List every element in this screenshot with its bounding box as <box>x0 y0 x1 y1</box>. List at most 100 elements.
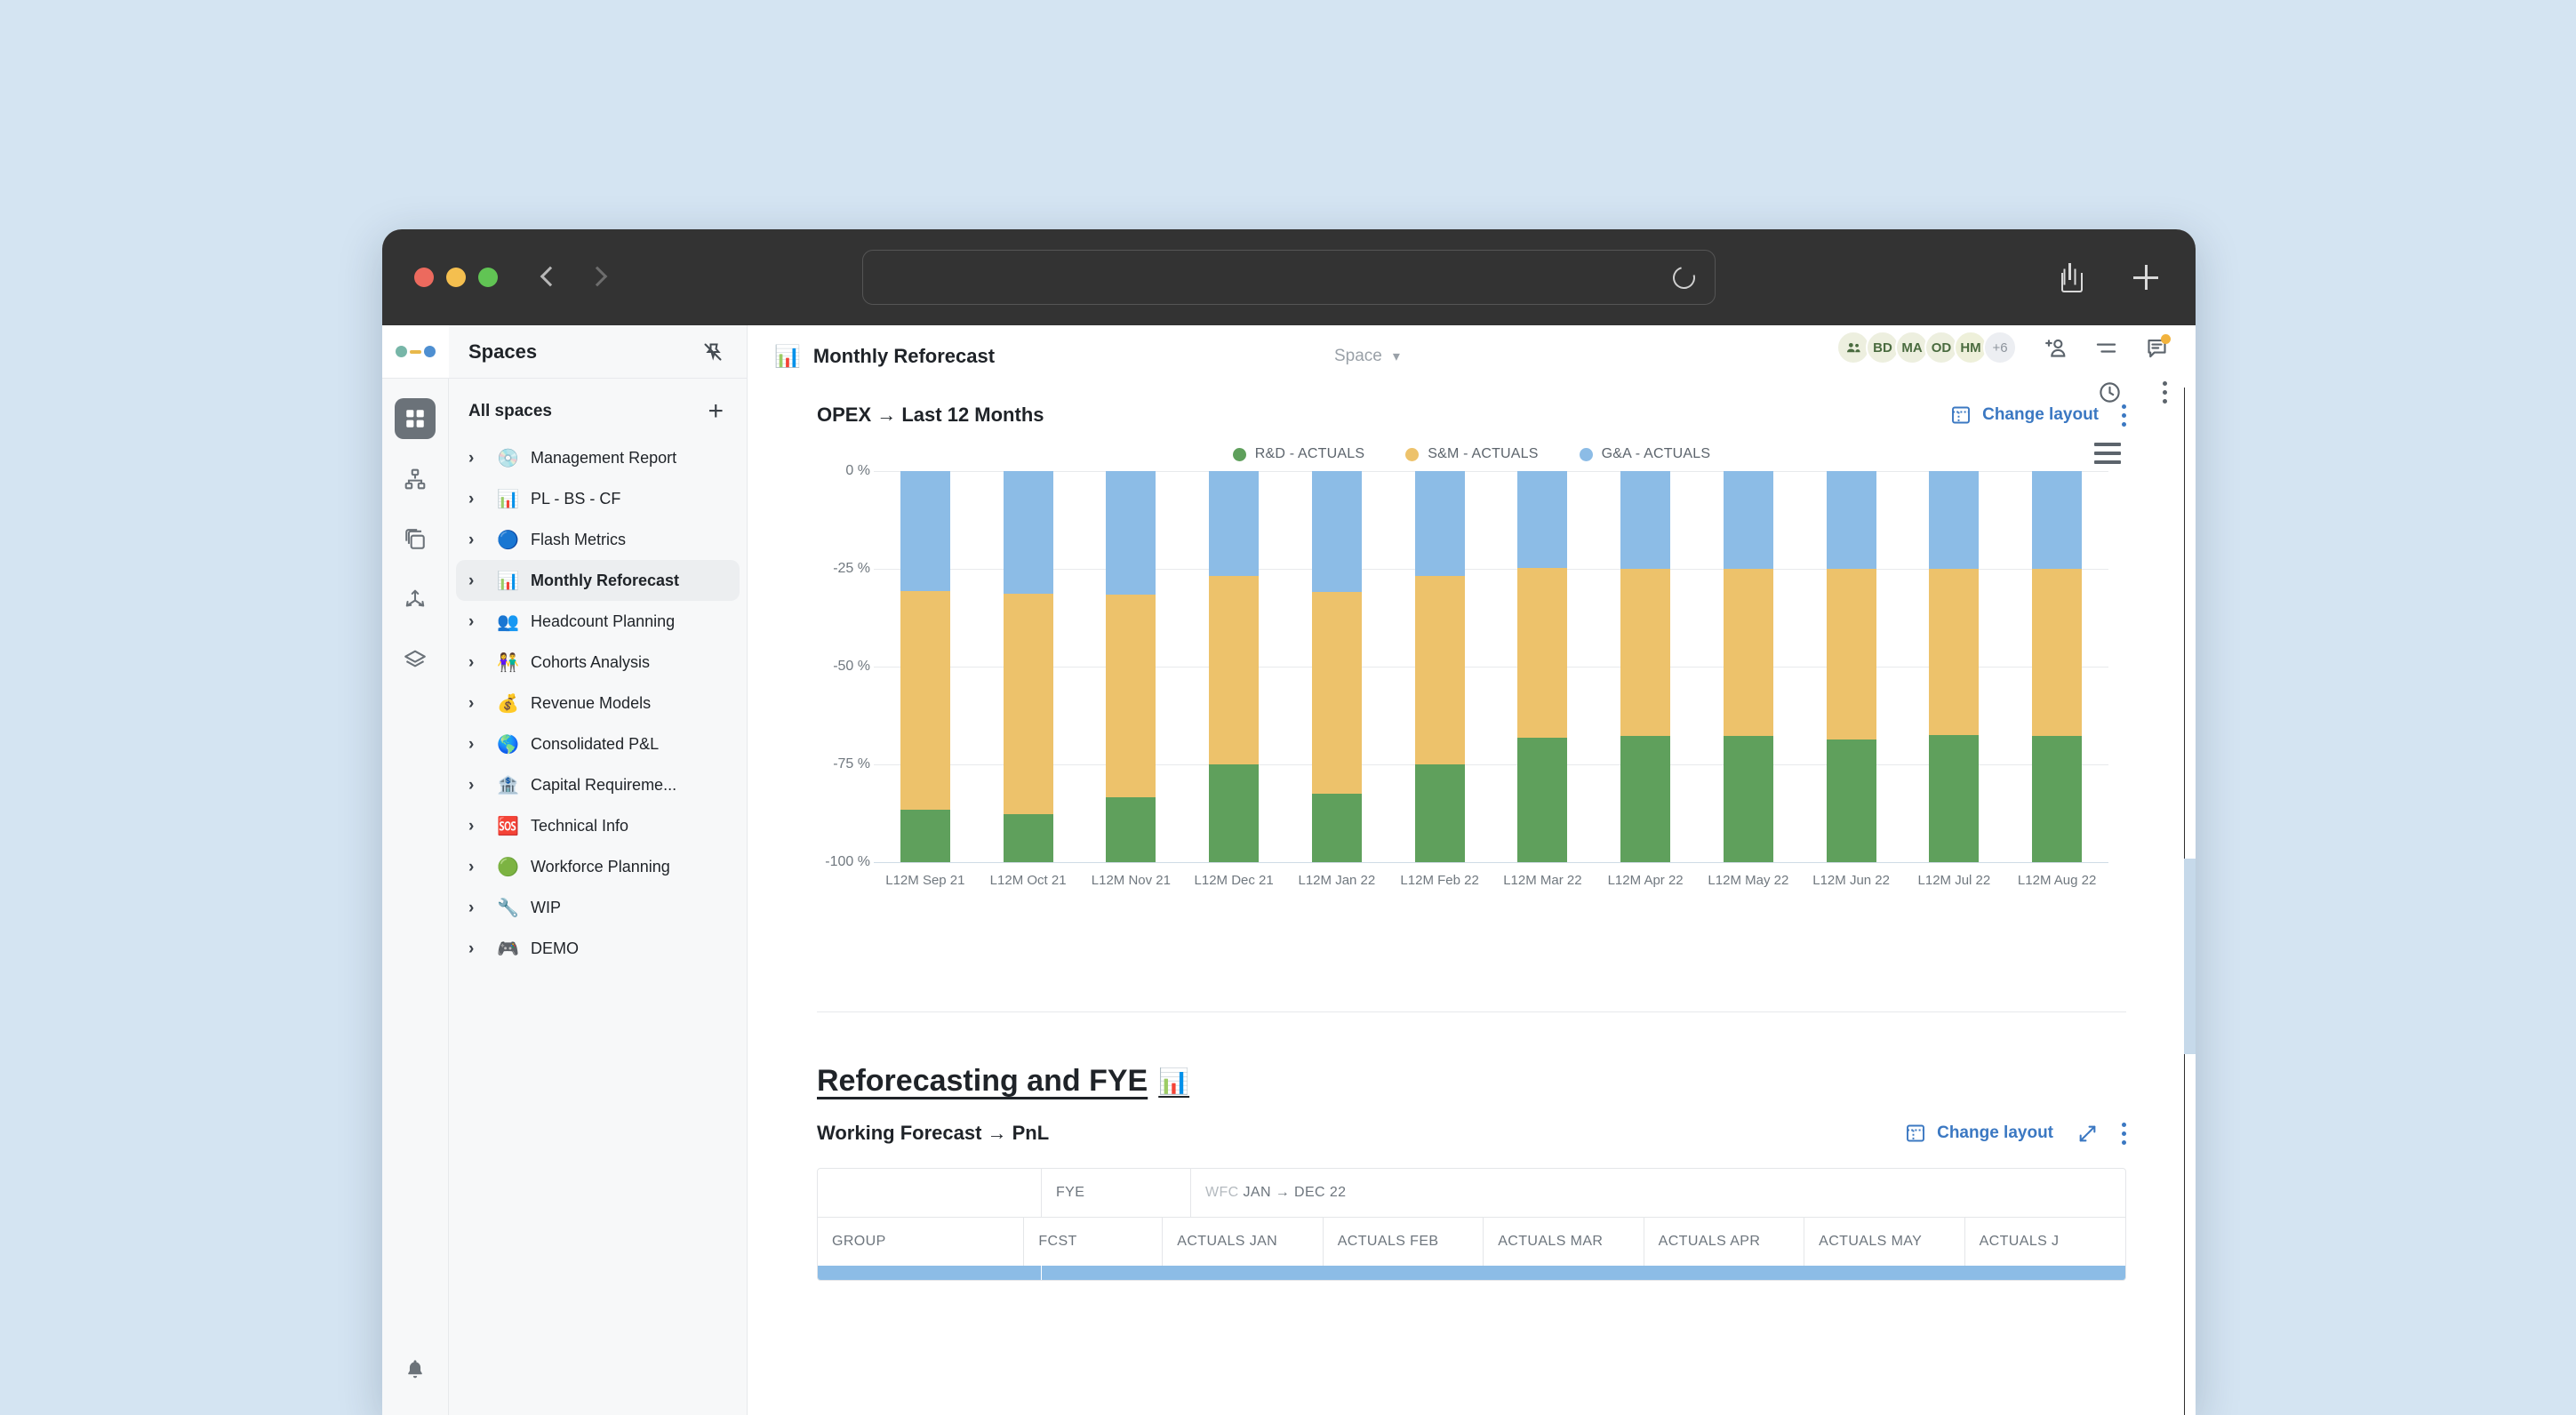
table-col-actuals-may[interactable]: ACTUALS MAY <box>1804 1218 1965 1266</box>
expand-button[interactable] <box>2076 1123 2099 1145</box>
legend-item-sm[interactable]: S&M - ACTUALS <box>1405 446 1538 462</box>
chevron-right-icon[interactable]: › <box>468 491 484 508</box>
rail-item-layers[interactable] <box>395 640 436 681</box>
chevron-right-icon[interactable]: › <box>468 940 484 957</box>
chart-bar-segment[interactable] <box>1209 763 1260 862</box>
chart-bar-column[interactable] <box>1594 471 1697 862</box>
change-layout-button[interactable]: Change layout <box>1950 404 2099 426</box>
avatar-overflow-count[interactable]: +6 <box>1983 331 2017 364</box>
chart-bar-segment[interactable] <box>1106 797 1156 862</box>
space-item-consolidated-pl[interactable]: › 🌎 Consolidated P&L <box>456 723 740 764</box>
chart-bar-segment[interactable] <box>1723 736 1773 862</box>
vertical-scrollbar[interactable] <box>2184 388 2196 1415</box>
space-item-revenue-models[interactable]: › 💰 Revenue Models <box>456 683 740 723</box>
filter-button[interactable] <box>2094 336 2118 360</box>
chart-bar-segment[interactable] <box>1929 471 1980 569</box>
comments-button[interactable] <box>2145 333 2171 360</box>
chevron-right-icon[interactable]: › <box>468 654 484 671</box>
chevron-right-icon[interactable]: › <box>468 777 484 794</box>
space-item-management-report[interactable]: › 💿 Management Report <box>456 437 740 478</box>
chart-bar-segment[interactable] <box>1517 567 1568 738</box>
chart-bar-segment[interactable] <box>1209 576 1260 764</box>
chart-bar-column[interactable] <box>874 471 977 862</box>
rail-item-org-chart[interactable] <box>395 459 436 500</box>
address-bar[interactable] <box>862 250 1716 305</box>
add-space-button[interactable]: + <box>708 398 724 425</box>
chevron-right-icon[interactable]: › <box>468 859 484 875</box>
chart-menu-button[interactable] <box>2094 443 2121 464</box>
chart-bar-segment[interactable] <box>1723 471 1773 569</box>
forward-arrow-icon[interactable] <box>587 266 610 289</box>
chart-bar-segment[interactable] <box>1003 471 1053 594</box>
maximize-window-button[interactable] <box>478 268 498 287</box>
chart-bar-segment[interactable] <box>1414 471 1465 577</box>
space-item-pl-bs-cf[interactable]: › 📊 PL - BS - CF <box>456 478 740 519</box>
chart-bar-column[interactable] <box>1800 471 1903 862</box>
table-col-group[interactable]: GROUP <box>818 1218 1025 1266</box>
chevron-right-icon[interactable]: › <box>468 818 484 835</box>
chart-bar-column[interactable] <box>1903 471 2006 862</box>
chart-bar-segment[interactable] <box>1414 576 1465 764</box>
space-item-capital-requirements[interactable]: › 🏦 Capital Requireme... <box>456 764 740 805</box>
space-item-workforce-planning[interactable]: › 🟢 Workforce Planning <box>456 846 740 887</box>
chevron-right-icon[interactable]: › <box>468 532 484 548</box>
space-item-demo[interactable]: › 🎮 DEMO <box>456 928 740 969</box>
legend-item-rd[interactable]: R&D - ACTUALS <box>1232 446 1365 462</box>
change-layout-button-2[interactable]: Change layout <box>1905 1123 2053 1144</box>
avatar-stack[interactable]: BD MA OD HM +6 <box>1836 331 2017 364</box>
chart-bar-segment[interactable] <box>1414 763 1465 862</box>
share-icon[interactable] <box>2059 263 2083 292</box>
chart-bar-segment[interactable] <box>1311 592 1362 794</box>
chart-bar-column[interactable] <box>1697 471 1800 862</box>
chart-bar-segment[interactable] <box>1826 569 1876 739</box>
chart-bar-segment[interactable] <box>2032 736 2083 862</box>
scope-selector[interactable]: Space ▾ <box>1334 347 1400 366</box>
unpin-icon[interactable] <box>702 341 724 363</box>
add-user-button[interactable] <box>2044 336 2068 360</box>
chevron-right-icon[interactable]: › <box>468 450 484 467</box>
chart-bar-segment[interactable] <box>1003 593 1053 815</box>
chart-bar-column[interactable] <box>1285 471 1388 862</box>
chart-bar-segment[interactable] <box>1929 734 1980 862</box>
table-col-actuals-jan[interactable]: ACTUALS JAN <box>1163 1218 1324 1266</box>
chevron-right-icon[interactable]: › <box>468 736 484 753</box>
rail-item-grid[interactable] <box>395 398 436 439</box>
chart-bar-segment[interactable] <box>1106 595 1156 798</box>
chart-bar-column[interactable] <box>1388 471 1492 862</box>
chevron-right-icon[interactable]: › <box>468 613 484 630</box>
table-col-actuals-jun[interactable]: ACTUALS J <box>1965 1218 2125 1266</box>
notifications-bell-button[interactable] <box>404 1358 427 1381</box>
chart-bar-segment[interactable] <box>1209 471 1260 577</box>
new-tab-plus-icon[interactable] <box>2133 265 2158 290</box>
chart-bar-segment[interactable] <box>900 590 950 810</box>
table-col-fcst[interactable]: FCST <box>1024 1218 1164 1266</box>
rail-item-copies[interactable] <box>395 519 436 560</box>
chart-bar-segment[interactable] <box>1106 471 1156 596</box>
back-arrow-icon[interactable] <box>537 266 560 289</box>
space-item-flash-metrics[interactable]: › 🔵 Flash Metrics <box>456 519 740 560</box>
table-col-actuals-mar[interactable]: ACTUALS MAR <box>1484 1218 1644 1266</box>
chart-bar-segment[interactable] <box>1003 814 1053 862</box>
minimize-window-button[interactable] <box>446 268 466 287</box>
chart-bar-column[interactable] <box>2005 471 2108 862</box>
space-item-cohorts-analysis[interactable]: › 👫 Cohorts Analysis <box>456 642 740 683</box>
table-col-actuals-feb[interactable]: ACTUALS FEB <box>1324 1218 1484 1266</box>
chart-bar-segment[interactable] <box>1517 737 1568 862</box>
chart-bar-segment[interactable] <box>1620 471 1671 569</box>
chart-bar-segment[interactable] <box>1929 569 1980 735</box>
reload-icon[interactable] <box>1668 261 1700 293</box>
space-item-wip[interactable]: › 🔧 WIP <box>456 887 740 928</box>
chart-bar-column[interactable] <box>1492 471 1595 862</box>
chart-bar-segment[interactable] <box>1826 471 1876 569</box>
space-item-headcount-planning[interactable]: › 👥 Headcount Planning <box>456 601 740 642</box>
chevron-right-icon[interactable]: › <box>468 695 484 712</box>
opex-more-button[interactable] <box>2122 404 2126 427</box>
space-item-monthly-reforecast[interactable]: › 📊 Monthly Reforecast <box>456 560 740 601</box>
space-item-technical-info[interactable]: › 🆘 Technical Info <box>456 805 740 846</box>
chart-bar-column[interactable] <box>1080 471 1183 862</box>
close-window-button[interactable] <box>414 268 434 287</box>
chart-bar-segment[interactable] <box>900 809 950 862</box>
chevron-right-icon[interactable]: › <box>468 572 484 589</box>
chart-bar-segment[interactable] <box>1620 736 1671 862</box>
chart-bar-column[interactable] <box>977 471 1080 862</box>
